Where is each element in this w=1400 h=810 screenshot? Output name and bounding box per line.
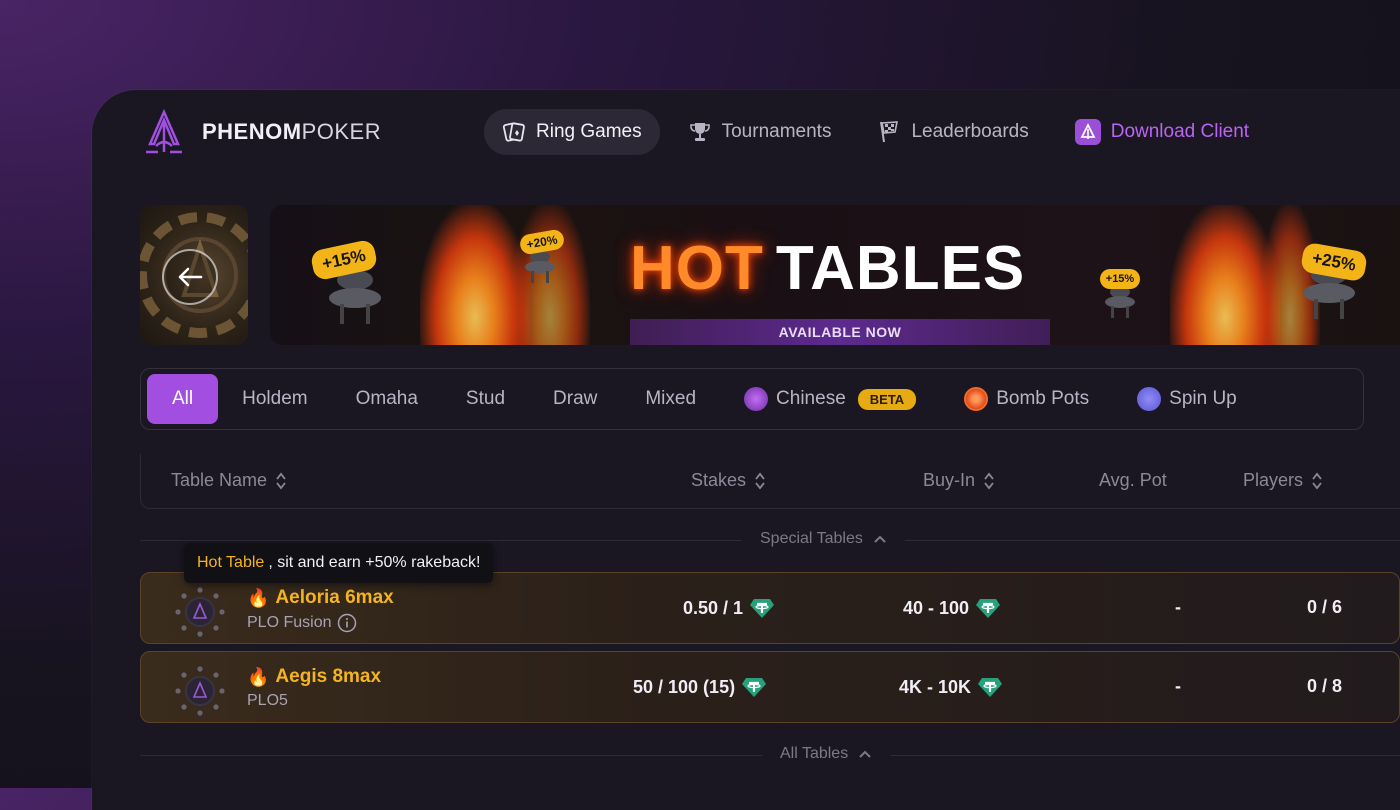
flag-icon	[877, 120, 901, 144]
tether-icon	[978, 678, 1003, 697]
table-name: 🔥 Aegis 8max	[247, 666, 381, 688]
table-stakes-value: 50 / 100 (15)	[633, 676, 736, 697]
brand-name: PHENOMPOKER	[202, 119, 382, 144]
table-stakes-value: 0.50 / 1	[683, 597, 744, 618]
column-buy-in[interactable]: Buy-In	[923, 470, 995, 491]
table-name: 🔥 Aeloria 6max	[247, 587, 394, 609]
table-variant: PLO Fusion	[247, 613, 357, 633]
column-buy-in-label: Buy-In	[923, 470, 976, 490]
column-avg-pot: Avg. Pot	[1099, 470, 1167, 491]
special-tables-toggle[interactable]: Special Tables	[742, 530, 905, 548]
sort-icon	[1312, 472, 1322, 489]
filter-mixed[interactable]: Mixed	[621, 374, 720, 424]
previous-banner-thumbnail[interactable]	[140, 205, 248, 345]
hot-table-tooltip: Hot Table , sit and earn +50% rakeback!	[184, 543, 494, 583]
table-variant: PLO5	[247, 692, 288, 710]
chinese-icon	[744, 387, 769, 411]
cards-icon	[502, 120, 526, 144]
filter-chinese[interactable]: Chinese BETA	[720, 374, 940, 424]
sort-icon	[276, 472, 286, 489]
nav-tournaments-label: Tournaments	[721, 121, 832, 142]
download-client-icon	[1074, 119, 1101, 145]
all-tables-toggle[interactable]: All Tables	[762, 745, 891, 763]
filter-omaha[interactable]: Omaha	[332, 374, 442, 424]
sort-icon	[984, 472, 994, 489]
banner-prev-button[interactable]	[162, 249, 218, 305]
table-name-label: Aegis 8max	[275, 666, 382, 687]
filter-chinese-label: Chinese	[776, 388, 846, 409]
bomb-icon	[964, 387, 989, 411]
filter-holdem[interactable]: Holdem	[218, 374, 331, 424]
beta-badge: BETA	[857, 388, 917, 410]
special-tables-label: Special Tables	[760, 530, 863, 547]
column-table-name-label: Table Name	[171, 470, 268, 490]
game-filter-bar: All Holdem Omaha Stud Draw Mixed Chinese…	[140, 368, 1364, 430]
table-avg-pot: -	[1175, 676, 1181, 696]
table-seats-icon	[175, 587, 225, 637]
table-seats-icon	[175, 666, 225, 716]
hot-tables-banner[interactable]: +15% +20% +15% +25% HOT TABLES AVAILABLE …	[270, 205, 1400, 345]
filter-stud[interactable]: Stud	[442, 374, 529, 424]
nav-ring-games-label: Ring Games	[536, 121, 642, 142]
phenom-logo-icon	[146, 108, 182, 154]
arrow-left-icon	[178, 267, 203, 287]
table-buy-in: 40 - 100	[903, 597, 1001, 619]
rakeback-badge: +15%	[1100, 269, 1140, 289]
table-variant-label: PLO Fusion	[247, 614, 332, 631]
filter-bomb-pots-label: Bomb Pots	[996, 388, 1090, 409]
tooltip-text: , sit and earn +50% rakeback!	[268, 554, 481, 571]
nav-download-client-label: Download Client	[1110, 121, 1250, 142]
filter-all[interactable]: All	[147, 374, 219, 424]
sort-icon	[755, 472, 765, 489]
tether-icon	[976, 599, 1001, 618]
brand-logo[interactable]: PHENOMPOKER	[140, 108, 381, 156]
filter-bomb-pots[interactable]: Bomb Pots	[940, 374, 1113, 424]
nav-tournaments[interactable]: Tournaments	[670, 109, 850, 155]
info-icon[interactable]	[337, 613, 357, 633]
trophy-icon	[688, 120, 712, 144]
chevron-up-icon	[874, 535, 886, 543]
table-players: 0 / 6	[1307, 597, 1343, 617]
nav-ring-games[interactable]: Ring Games	[484, 109, 660, 155]
banner-title: HOT TABLES	[630, 234, 1026, 303]
spin-up-icon	[1137, 387, 1162, 411]
table-variant-label: PLO5	[247, 692, 288, 709]
fire-icon: 🔥	[247, 587, 270, 608]
banner-subtitle: AVAILABLE NOW	[630, 319, 1050, 345]
filter-spin-up[interactable]: Spin Up	[1113, 374, 1261, 424]
nav-download-client[interactable]: Download Client	[1057, 109, 1267, 155]
all-tables-label: All Tables	[780, 745, 849, 762]
column-players-label: Players	[1243, 470, 1304, 490]
table-buy-in-value: 4K - 10K	[899, 676, 972, 697]
column-stakes[interactable]: Stakes	[691, 470, 766, 491]
tether-icon	[750, 599, 775, 618]
column-table-name[interactable]: Table Name	[171, 470, 287, 491]
nav-leaderboards-label: Leaderboards	[911, 121, 1029, 142]
table-stakes: 0.50 / 1	[683, 597, 775, 619]
table-row[interactable]: 🔥 Aegis 8max PLO5 50 / 100 (15) 4K - 10K…	[140, 651, 1400, 723]
table-name-label: Aeloria 6max	[275, 587, 394, 608]
table-avg-pot: -	[1175, 597, 1181, 617]
filter-draw[interactable]: Draw	[529, 374, 621, 424]
app-window: PHENOMPOKER Ring Games Tournaments Leade…	[92, 90, 1400, 810]
tooltip-highlight: Hot Table	[197, 554, 265, 571]
column-stakes-label: Stakes	[691, 470, 747, 490]
nav-leaderboards[interactable]: Leaderboards	[859, 109, 1046, 155]
chevron-up-icon	[859, 750, 871, 758]
tether-icon	[742, 678, 767, 697]
table-buy-in-value: 40 - 100	[903, 597, 970, 618]
main-nav: Ring Games Tournaments Leaderboards Down…	[484, 109, 1267, 155]
column-avg-pot-label: Avg. Pot	[1099, 470, 1167, 490]
table-players: 0 / 8	[1307, 676, 1343, 696]
table-stakes: 50 / 100 (15)	[633, 676, 767, 698]
table-header: Table Name Stakes Buy-In Avg. Pot Player…	[140, 454, 1400, 509]
filter-spin-up-label: Spin Up	[1169, 388, 1237, 409]
column-players[interactable]: Players	[1243, 470, 1323, 491]
table-buy-in: 4K - 10K	[899, 676, 1003, 698]
fire-icon: 🔥	[247, 666, 270, 687]
